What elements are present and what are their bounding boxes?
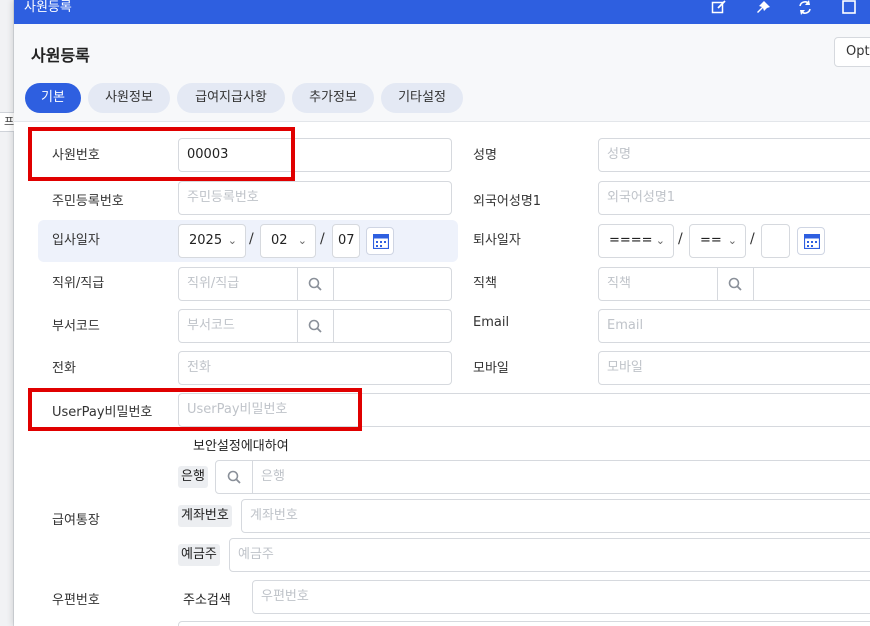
- date-separator: /: [249, 231, 254, 247]
- phone-label: 전화: [52, 361, 76, 376]
- security-settings-link[interactable]: 보안설정에대하여: [193, 435, 289, 454]
- chevron-down-icon: ⌄: [297, 234, 307, 247]
- resident-no-input[interactable]: 주민등록번호: [178, 181, 452, 215]
- hire-date-row-highlight: [38, 220, 458, 262]
- email-label: Email: [473, 315, 510, 330]
- background-tab-fragment: 프: [0, 112, 14, 132]
- hire-day-input[interactable]: 07: [332, 224, 360, 258]
- duty-label: 직책: [473, 276, 497, 291]
- chevron-down-icon: ⌄: [227, 234, 237, 247]
- holder-input[interactable]: 예금주: [229, 538, 870, 572]
- foreign-name-label: 외국어성명1: [473, 194, 542, 209]
- hire-date-label: 입사일자: [52, 233, 100, 248]
- refresh-icon[interactable]: [796, 0, 814, 16]
- position-placeholder: 직위/직급: [187, 276, 240, 291]
- calendar-icon[interactable]: [366, 227, 394, 255]
- tab-bar: 기본 사원정보 급여지급사항 추가정보 기타설정: [14, 80, 870, 122]
- chevron-down-icon: ⌄: [655, 234, 665, 247]
- foreign-name-input[interactable]: 외국어성명1: [598, 181, 870, 215]
- hire-month-value: 02: [271, 233, 288, 248]
- search-icon[interactable]: [216, 461, 252, 493]
- edit-icon[interactable]: [710, 0, 728, 16]
- tab-salary-payment[interactable]: 급여지급사항: [177, 83, 285, 113]
- resident-no-label: 주민등록번호: [52, 194, 124, 209]
- duty-input[interactable]: 직책: [598, 267, 870, 301]
- highlight-box-userpay-password: [28, 388, 362, 431]
- mobile-label: 모바일: [473, 361, 509, 376]
- position-label: 직위/직급: [52, 276, 105, 291]
- phone-input[interactable]: 전화: [178, 351, 452, 385]
- dept-code-label: 부서코드: [52, 319, 100, 334]
- tab-employee-info[interactable]: 사원정보: [88, 83, 170, 113]
- leave-year-value: ====: [609, 233, 653, 248]
- leave-date-label: 퇴사일자: [473, 233, 521, 248]
- date-separator: /: [678, 231, 683, 247]
- hire-year-select[interactable]: 2025 ⌄: [178, 224, 246, 258]
- tab-other-settings[interactable]: 기타설정: [381, 83, 463, 113]
- search-icon[interactable]: [297, 310, 333, 342]
- postal-code-label: 우편번호: [52, 593, 100, 608]
- account-no-label: 계좌번호: [178, 505, 232, 527]
- search-icon[interactable]: [297, 268, 333, 300]
- dept-code-placeholder: 부서코드: [187, 318, 235, 333]
- bank-placeholder: 은행: [261, 469, 285, 484]
- chevron-down-icon: ⌄: [727, 234, 737, 247]
- options-button[interactable]: Opt: [834, 37, 870, 67]
- address-input[interactable]: [178, 621, 870, 626]
- employee-registration-window: 사원등록 사원등록 Opt 기본 사원정보 급여지급사항 추가정보 기타설정 사…: [14, 0, 870, 626]
- pin-icon[interactable]: [754, 0, 772, 16]
- mobile-input[interactable]: 모바일: [598, 351, 870, 385]
- date-separator: /: [750, 231, 755, 247]
- email-input[interactable]: Email: [598, 309, 870, 343]
- name-input[interactable]: 성명: [598, 138, 870, 172]
- name-label: 성명: [473, 148, 497, 163]
- bank-input[interactable]: 은행: [215, 460, 870, 494]
- title-bar: 사원등록: [14, 0, 870, 24]
- highlight-box-employee-no: [28, 127, 295, 181]
- leave-day-input[interactable]: [761, 224, 790, 258]
- address-search-button[interactable]: 주소검색: [183, 589, 231, 608]
- bank-label: 은행: [178, 466, 208, 488]
- holder-label: 예금주: [178, 544, 220, 566]
- hire-year-value: 2025: [189, 233, 223, 248]
- calendar-icon[interactable]: [797, 227, 825, 255]
- leave-month-value: ==: [700, 233, 722, 248]
- page-header: 사원등록 Opt: [14, 24, 870, 80]
- maximize-icon[interactable]: [840, 0, 858, 16]
- position-input[interactable]: 직위/직급: [178, 267, 452, 301]
- leave-month-select[interactable]: == ⌄: [689, 224, 746, 258]
- tab-basic[interactable]: 기본: [25, 83, 81, 113]
- date-separator: /: [320, 231, 325, 247]
- salary-account-label: 급여통장: [52, 513, 100, 528]
- search-icon[interactable]: [717, 268, 753, 300]
- duty-placeholder: 직책: [607, 276, 631, 291]
- hire-month-select[interactable]: 02 ⌄: [260, 224, 316, 258]
- window-title: 사원등록: [24, 0, 72, 15]
- page-title: 사원등록: [31, 46, 90, 65]
- account-no-input[interactable]: 계좌번호: [241, 499, 870, 533]
- leave-year-select[interactable]: ==== ⌄: [598, 224, 674, 258]
- postal-code-input[interactable]: 우편번호: [252, 580, 870, 614]
- dept-code-input[interactable]: 부서코드: [178, 309, 452, 343]
- tab-additional-info[interactable]: 추가정보: [292, 83, 374, 113]
- background-window: 프: [0, 0, 14, 626]
